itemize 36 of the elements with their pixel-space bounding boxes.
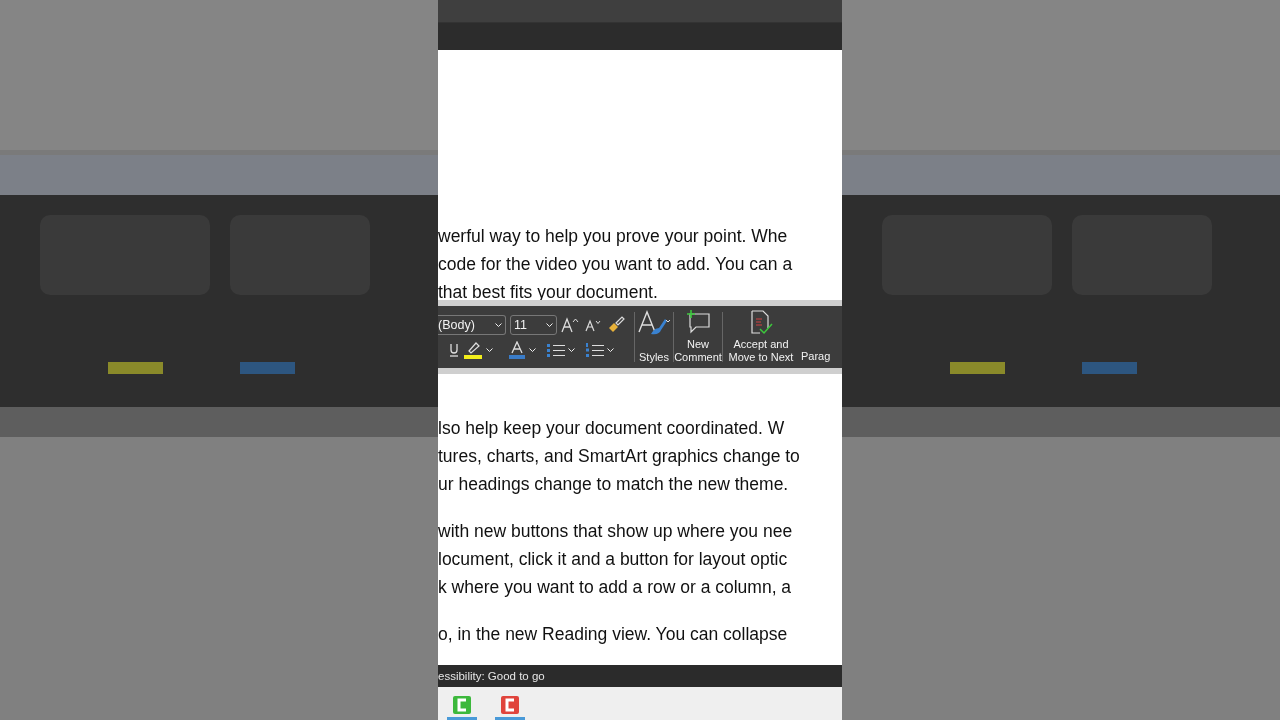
new-comment-icon [685, 310, 711, 334]
document-text-line: that best fits your document. [438, 281, 658, 304]
paragraph-button[interactable]: Parag [799, 350, 831, 368]
underline-icon[interactable] [448, 342, 460, 358]
chevron-down-icon[interactable] [486, 347, 493, 353]
chevron-down-icon [546, 322, 553, 328]
chevron-down-icon[interactable] [607, 347, 614, 353]
document-text-line: k where you want to add a row or a column, a [438, 576, 792, 599]
document-text-line: o, in the new Reading view. You can collapse [438, 623, 788, 646]
document-text-line: with new buttons that show up where you nee [438, 520, 793, 543]
font-color-icon[interactable] [508, 341, 526, 359]
new-comment-button[interactable]: New Comment [674, 306, 722, 368]
status-text: essibility: Good to go [438, 670, 545, 682]
bullets-icon[interactable] [547, 342, 565, 358]
app-icon[interactable] [453, 696, 471, 714]
styles-button[interactable]: Styles [635, 306, 673, 368]
grow-font-icon[interactable] [561, 317, 581, 333]
styles-icon [637, 310, 671, 336]
document-text-line: ur headings change to match the new theme. [438, 473, 789, 496]
format-painter-icon[interactable] [607, 316, 625, 334]
app-icon[interactable] [501, 696, 519, 714]
font-size-dropdown[interactable]: 11 [510, 315, 557, 335]
highlighter-icon[interactable] [463, 341, 483, 359]
accept-and-move-to-next-button[interactable]: Accept and Move to Next [723, 306, 799, 368]
chevron-down-icon[interactable] [529, 347, 536, 353]
chevron-down-icon[interactable] [568, 347, 575, 353]
font-name-dropdown[interactable]: (Body) [438, 315, 506, 335]
document-text-line: lso help keep your document coordinated. W [438, 417, 785, 440]
document-text-line: locument, click it and a button for layout optic [438, 548, 788, 571]
chevron-down-icon [495, 322, 502, 328]
shrink-font-icon[interactable] [585, 318, 603, 332]
accept-document-icon [748, 310, 774, 336]
numbering-icon[interactable] [586, 342, 604, 358]
document-text-line: tures, charts, and SmartArt graphics change to [438, 445, 800, 468]
document-text-line: code for the video you want to add. You can a [438, 253, 793, 276]
document-text-line: werful way to help you prove your point. Whe [438, 225, 788, 248]
